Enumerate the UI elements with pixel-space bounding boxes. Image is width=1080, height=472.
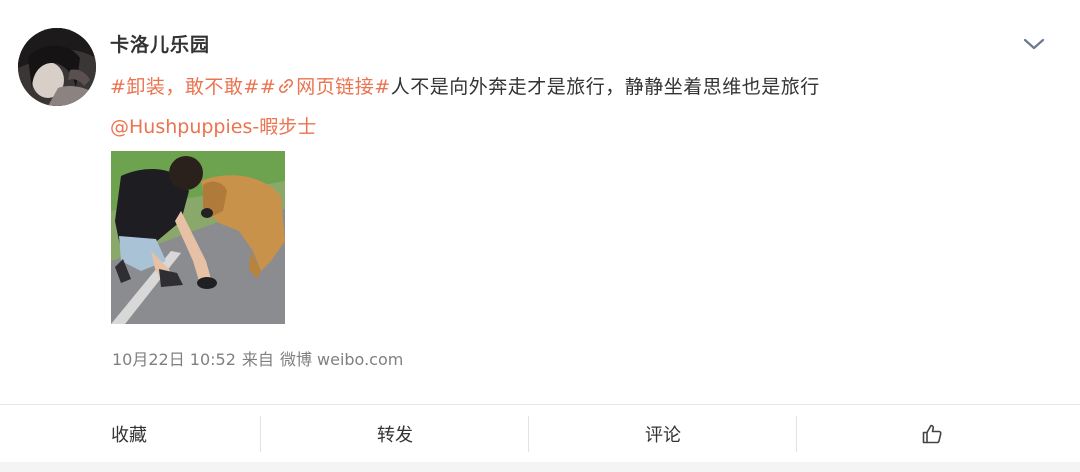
source-prefix: 来自: [241, 350, 274, 369]
link-icon[interactable]: [277, 77, 295, 95]
bottom-strip: [0, 462, 1080, 472]
link-prefix[interactable]: #: [260, 76, 276, 98]
divider: [260, 416, 261, 452]
post-photo[interactable]: [111, 151, 285, 324]
avatar-image: [18, 28, 96, 106]
avatar[interactable]: [18, 28, 96, 106]
post-body: 人不是向外奔走才是旅行，静静坐着思维也是旅行: [390, 76, 820, 98]
comment-label: 评论: [645, 425, 681, 446]
post-meta: 10月22日 10:52 来自 微博 weibo.com: [112, 346, 409, 370]
divider: [528, 416, 529, 452]
mention-link[interactable]: @Hushpuppies-暇步士: [110, 112, 316, 139]
web-link[interactable]: 网页链接: [296, 76, 374, 98]
chevron-down-icon[interactable]: [1022, 34, 1046, 54]
favorite-button[interactable]: 收藏: [0, 405, 258, 463]
thumbs-up-icon: [921, 423, 943, 445]
source-link[interactable]: 微博 weibo.com: [280, 350, 403, 369]
post-text: #卸装，敢不敢## 网页链接#人不是向外奔走才是旅行，静静坐着思维也是旅行: [110, 72, 820, 99]
hashtag-open[interactable]: #: [374, 76, 390, 98]
divider: [796, 416, 797, 452]
timestamp[interactable]: 10月22日 10:52: [112, 350, 236, 369]
like-button[interactable]: [798, 405, 1066, 463]
action-bar: 收藏 转发 评论: [0, 404, 1080, 462]
favorite-label: 收藏: [111, 425, 147, 446]
username[interactable]: 卡洛儿乐园: [110, 30, 210, 57]
weibo-post-card: 卡洛儿乐园 #卸装，敢不敢## 网页链接#人不是向外奔走才是旅行，静静坐着思维也是…: [0, 0, 1080, 472]
comment-button[interactable]: 评论: [530, 405, 796, 463]
hashtag-link[interactable]: #卸装，敢不敢#: [110, 76, 260, 98]
repost-label: 转发: [377, 425, 413, 446]
repost-button[interactable]: 转发: [262, 405, 528, 463]
